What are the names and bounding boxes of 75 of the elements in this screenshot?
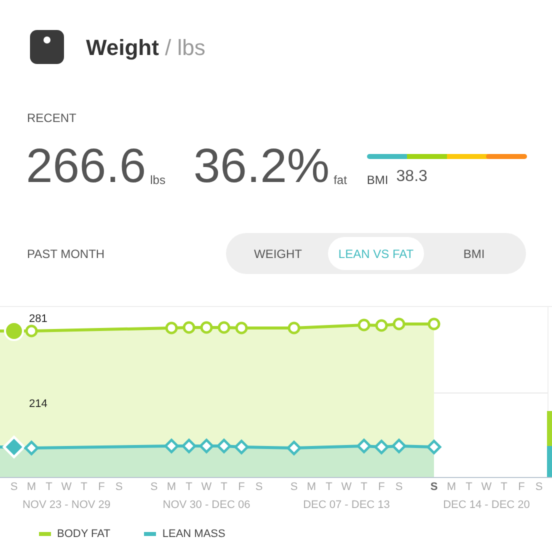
data-point: [235, 322, 248, 334]
day-label: M: [166, 480, 178, 495]
day-label: F: [377, 480, 386, 495]
day-label: T: [44, 480, 54, 495]
weight-value: 266.6: [26, 143, 146, 191]
fat-value: 36.2%: [193, 143, 330, 191]
day-label: S: [289, 480, 299, 495]
day-label: T: [500, 480, 508, 495]
data-point: [358, 318, 370, 332]
scale-icon: [30, 30, 64, 64]
day-label: T: [464, 480, 474, 495]
day-label: W: [340, 480, 353, 495]
day-label: S: [534, 480, 544, 495]
data-point: [218, 321, 230, 334]
day-label: S: [149, 480, 159, 495]
data-point: [392, 318, 406, 330]
data-point: [375, 319, 388, 332]
day-label: M: [306, 480, 318, 495]
data-point: [200, 321, 213, 334]
selected-data-point: [2, 435, 26, 459]
point-value: 281: [29, 312, 48, 327]
legend-label: LEAN MASS: [162, 526, 226, 542]
data-point: [24, 440, 40, 456]
day-label: F: [237, 480, 246, 495]
data-point: [25, 324, 38, 338]
period-label: PAST MONTH: [27, 246, 105, 262]
data-point: [182, 321, 196, 334]
data-point: [356, 438, 372, 454]
page-title: Weight: [86, 34, 159, 60]
day-label: T: [220, 480, 228, 495]
day-label: T: [80, 480, 88, 495]
day-label: W: [480, 480, 493, 495]
data-point: [428, 318, 440, 330]
unit-label: / lbs: [165, 34, 206, 60]
weight-unit: lbs: [150, 172, 166, 189]
week-label: NOV 30 - DEC 06: [162, 498, 250, 513]
week-label: DEC 07 - DEC 13: [303, 498, 390, 513]
day-label: W: [60, 480, 73, 495]
data-point: [288, 322, 300, 334]
week-label: NOV 23 - NOV 29: [22, 498, 111, 513]
day-label: T: [184, 480, 194, 495]
selected-data-point: [4, 321, 24, 341]
data-point: [391, 438, 407, 454]
data-point: [181, 438, 197, 454]
fat-unit: fat: [334, 172, 347, 189]
body-fat-bar: [547, 411, 552, 446]
day-label: F: [517, 480, 526, 495]
recent-label: RECENT: [27, 110, 76, 127]
day-label: T: [324, 480, 334, 495]
data-point: [374, 439, 390, 455]
day-label: M: [26, 480, 38, 495]
bmi-value: 38.3: [396, 167, 428, 187]
day-label: S: [9, 480, 19, 495]
legend-label: BODY FAT: [57, 526, 110, 542]
day-label: S: [394, 480, 404, 495]
data-point: [216, 438, 232, 454]
day-label: S: [429, 480, 439, 495]
data-point: [234, 439, 250, 455]
view-tab[interactable]: WEIGHT: [230, 237, 326, 270]
data-point: [198, 438, 214, 454]
data-point: [426, 439, 442, 455]
day-label: S: [114, 480, 124, 495]
day-label: M: [446, 480, 458, 495]
lean-mass-bar: [547, 446, 552, 477]
bmi-label: BMI: [366, 172, 388, 189]
point-value: 214: [29, 397, 48, 412]
data-point: [286, 440, 302, 456]
day-label: F: [97, 480, 106, 495]
data-point: [164, 438, 180, 454]
view-tab[interactable]: BMI: [426, 237, 522, 270]
day-label: T: [360, 480, 368, 495]
day-label: W: [200, 480, 213, 495]
day-label: S: [254, 480, 264, 495]
week-label: DEC 14 - DEC 20: [443, 498, 530, 513]
data-point: [165, 322, 178, 334]
